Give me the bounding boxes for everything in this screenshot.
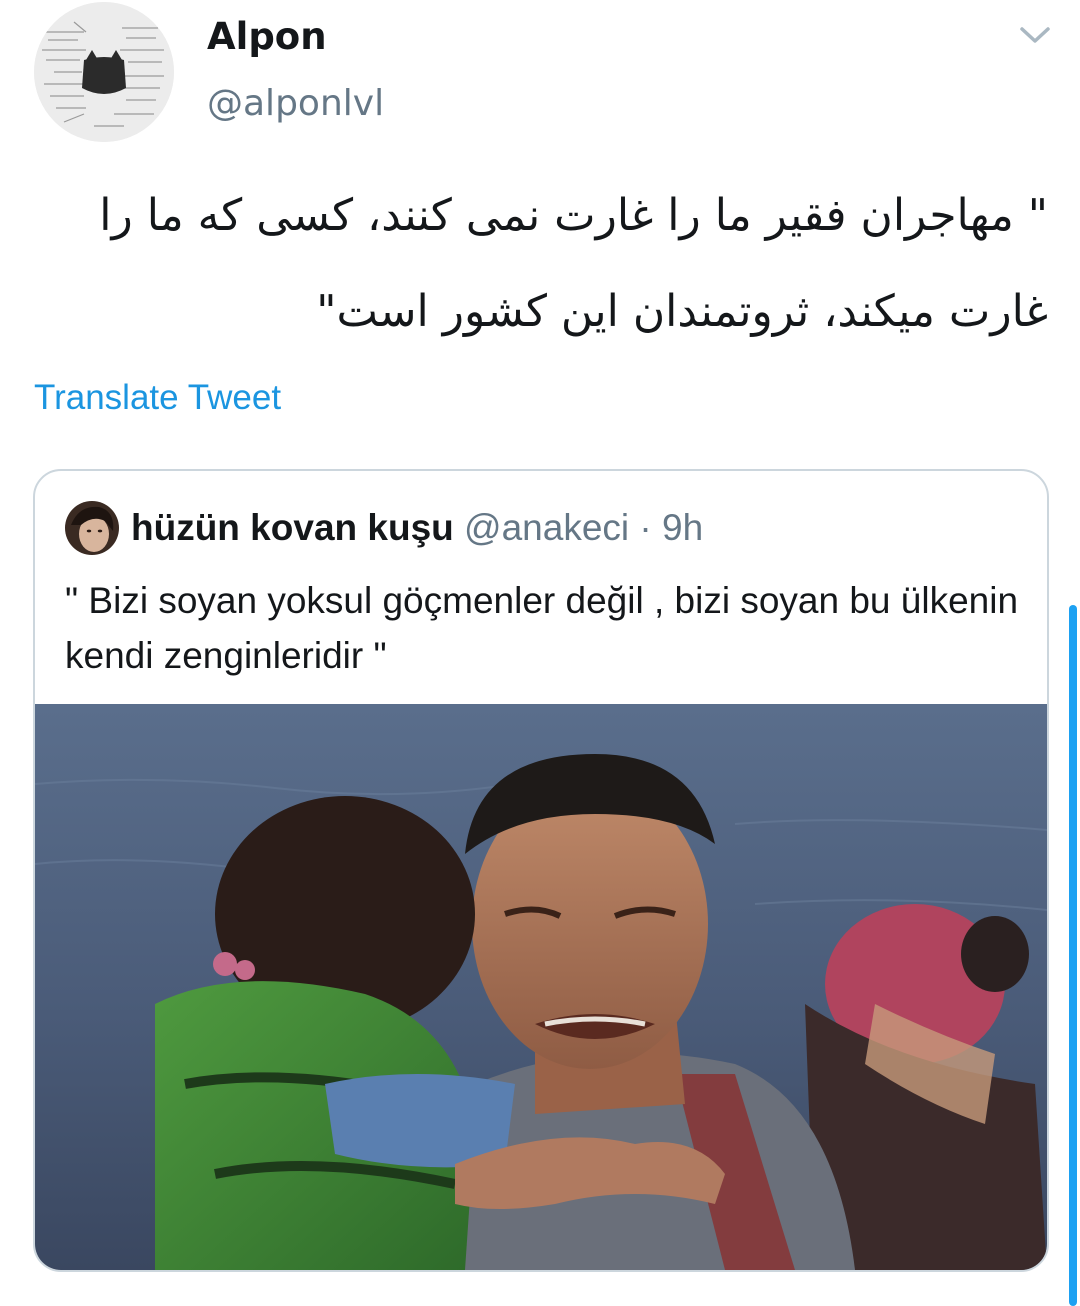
quoted-tweet[interactable]: hüzün kovan kuşu @anakeci · 9h " Bizi so… — [33, 469, 1049, 1272]
quoted-author-avatar[interactable] — [65, 501, 119, 555]
portrait-avatar — [65, 501, 119, 555]
author-avatar[interactable] — [34, 2, 174, 142]
author-name[interactable]: Alpon — [207, 14, 327, 60]
quoted-author-name[interactable]: hüzün kovan kuşu — [131, 507, 454, 548]
quoted-tweet-header: hüzün kovan kuşu @anakeci · 9h — [131, 501, 703, 555]
chevron-down-icon[interactable] — [1016, 20, 1054, 50]
quoted-tweet-time[interactable]: 9h — [662, 507, 703, 548]
quoted-tweet-photo[interactable] — [35, 704, 1047, 1270]
header-separator: · — [639, 507, 652, 548]
author-handle[interactable]: @alponlvl — [207, 82, 384, 126]
quoted-author-handle[interactable]: @anakeci — [464, 507, 629, 548]
tweet-text: " مهاجران فقیر ما را غارت نمی کنند، کسی … — [99, 190, 1048, 337]
notebook-cat-avatar — [34, 2, 174, 142]
translate-tweet-link[interactable]: Translate Tweet — [34, 374, 281, 422]
quoted-tweet-text: " Bizi soyan yoksul göçmenler değil , bi… — [65, 580, 1019, 676]
scrollbar[interactable] — [1069, 605, 1077, 1306]
